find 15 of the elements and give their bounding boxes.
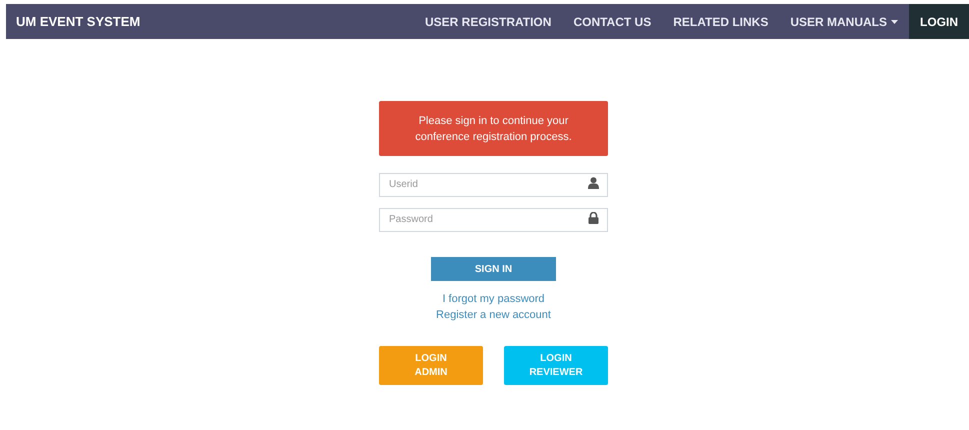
nav-link[interactable]: RELATED LINKS	[662, 4, 780, 39]
user-icon	[588, 177, 599, 189]
brand-title: UM EVENT SYSTEM	[16, 12, 140, 31]
nav-link[interactable]: USER REGISTRATION	[414, 4, 562, 39]
text-link[interactable]: Register a new account	[436, 307, 551, 323]
text-link[interactable]: I forgot my password	[442, 291, 545, 307]
input-field[interactable]: Userid	[379, 172, 608, 196]
input-field[interactable]: Password	[379, 208, 608, 232]
sign-in-button[interactable]: SIGN IN	[431, 257, 556, 281]
alert-message: Please sign in to continue your conference registration process.	[379, 101, 608, 156]
lock-icon	[588, 212, 599, 224]
nav-link[interactable]: LOGIN	[909, 4, 969, 39]
caret-icon	[891, 20, 898, 24]
nav-link[interactable]: USER MANUALS	[779, 4, 909, 39]
nav-link[interactable]: CONTACT US	[562, 4, 662, 39]
